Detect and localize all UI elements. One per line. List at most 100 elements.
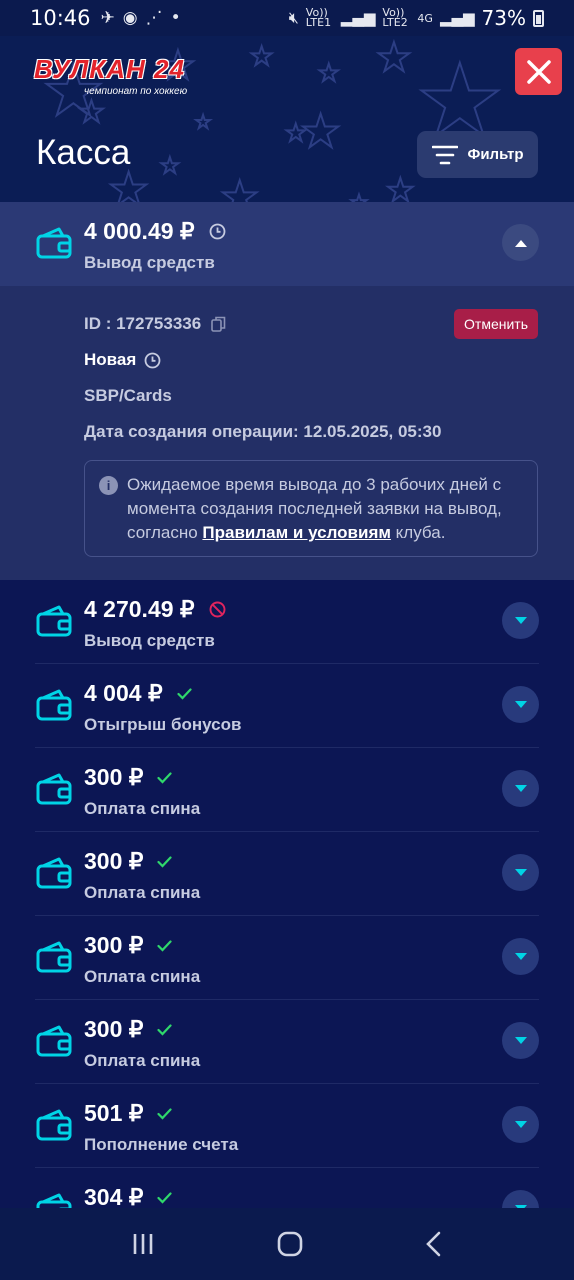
wallet-icon	[36, 1109, 72, 1141]
home-icon[interactable]	[277, 1231, 303, 1257]
transaction-amount: 501 ₽	[84, 1100, 144, 1126]
transaction-id: ID : 172753336	[84, 314, 202, 333]
expand-button[interactable]	[502, 1106, 539, 1143]
network-label: 4G	[417, 11, 433, 25]
close-button[interactable]	[515, 48, 562, 95]
info-notice: i Ожидаемое время вывода до 3 рабочих дн…	[84, 460, 538, 557]
wallet-icon	[36, 1193, 72, 1208]
chevron-down-icon	[514, 952, 527, 960]
transaction-amount: 304 ₽	[84, 1184, 144, 1208]
check-icon	[157, 939, 173, 952]
star-decoration-icon: ★	[219, 172, 260, 203]
sync-icon: ◉	[122, 8, 138, 28]
transaction-type: Отыгрыш бонусов	[84, 715, 242, 734]
logo: ВУЛКАН 24 чемпионат по хоккею	[32, 52, 207, 100]
clock-icon	[144, 352, 161, 368]
check-icon	[176, 687, 192, 700]
close-icon	[526, 59, 551, 84]
collapse-button[interactable]	[502, 224, 539, 261]
expand-button[interactable]	[502, 854, 539, 891]
transaction-header[interactable]: 501 ₽ Пополнение счета	[35, 1084, 539, 1168]
star-decoration-icon: ★	[385, 171, 416, 202]
chevron-down-icon	[514, 1120, 527, 1128]
chevron-up-icon	[514, 239, 527, 247]
transaction-type: Оплата спина	[84, 883, 201, 902]
expand-button[interactable]	[502, 686, 539, 723]
transaction-row: 304 ₽	[0, 1168, 574, 1208]
creation-date: Дата создания операции: 12.05.2025, 05:3…	[84, 422, 442, 441]
expand-button[interactable]	[502, 1022, 539, 1059]
info-icon: i	[99, 476, 118, 495]
check-icon	[157, 1191, 173, 1204]
transaction-header[interactable]: 4 000.49 ₽ Вывод средств	[0, 202, 574, 286]
wallet-icon	[36, 1025, 72, 1057]
star-decoration-icon: ★	[349, 190, 369, 202]
transaction-header[interactable]: 300 ₽ Оплата спина	[35, 1000, 539, 1084]
payment-method: SBP/Cards	[84, 386, 172, 405]
wallet-icon	[36, 605, 72, 637]
transaction-header[interactable]: 300 ₽ Оплата спина	[35, 832, 539, 916]
transaction-type: Вывод средств	[84, 253, 215, 272]
transaction-row: 4 270.49 ₽ Вывод средств	[0, 580, 574, 664]
transaction-status: Новая	[84, 350, 137, 369]
transaction-row: 4 004 ₽ Отыгрыш бонусов	[0, 664, 574, 748]
transaction-list: 4 000.49 ₽ Вывод средств ID : 172753336	[0, 202, 574, 1208]
back-icon[interactable]	[425, 1231, 443, 1257]
page-title: Касса	[36, 133, 131, 172]
transaction-amount: 4 270.49 ₽	[84, 596, 195, 622]
expand-button[interactable]	[502, 938, 539, 975]
wallet-icon	[36, 227, 72, 259]
filter-label: Фильтр	[467, 146, 524, 163]
page-header: ★ ★ ★ ★ ★ ★ ★ ★ ★ ★ ★ ★ ★ ★ ★ ВУЛКАН 24 …	[0, 36, 574, 202]
sim2-label: Vo)) LTE2	[382, 6, 408, 29]
transaction-header[interactable]: 304 ₽	[35, 1168, 539, 1208]
chevron-down-icon	[514, 616, 527, 624]
star-decoration-icon: ★	[77, 95, 106, 130]
check-icon	[157, 1023, 173, 1036]
battery-icon	[533, 9, 544, 27]
signal-icon: ▂▄▆	[439, 9, 475, 27]
transaction-amount: 4 004 ₽	[84, 680, 163, 706]
logo-text: ВУЛКАН 24	[34, 54, 185, 84]
transaction-type: Пополнение счета	[84, 1135, 239, 1154]
telegram-icon: ✈	[100, 8, 115, 28]
clock-icon	[209, 223, 225, 240]
copy-icon[interactable]	[211, 316, 226, 332]
transaction-amount: 300 ₽	[84, 764, 144, 790]
dot-icon: •	[170, 8, 181, 28]
signal-icon: ▂▄▆	[340, 9, 376, 27]
star-decoration-icon: ★	[317, 59, 340, 87]
transaction-header[interactable]: 300 ₽ Оплата спина	[35, 748, 539, 832]
transaction-row: 300 ₽ Оплата спина	[0, 1000, 574, 1084]
wallet-icon	[36, 689, 72, 721]
transaction-header[interactable]: 4 270.49 ₽ Вывод средств	[35, 580, 539, 664]
filter-button[interactable]: Фильтр	[417, 131, 538, 178]
cancel-button[interactable]: Отменить	[454, 309, 538, 339]
check-icon	[157, 771, 173, 784]
transaction-type: Оплата спина	[84, 1051, 201, 1070]
transaction-row: 300 ₽ Оплата спина	[0, 916, 574, 1000]
transaction-amount: 300 ₽	[84, 1016, 144, 1042]
transaction-amount: 300 ₽	[84, 932, 144, 958]
chevron-down-icon	[514, 868, 527, 876]
expand-button[interactable]	[502, 602, 539, 639]
chevron-down-icon	[514, 784, 527, 792]
rss-icon: ⋰	[145, 8, 163, 28]
chevron-down-icon	[514, 1036, 527, 1044]
terms-link[interactable]: Правилам и условиям	[202, 523, 391, 542]
battery-percent: 73%	[481, 6, 526, 30]
transaction-amount: 4 000.49 ₽	[84, 218, 195, 244]
transaction-amount: 300 ₽	[84, 848, 144, 874]
check-icon	[157, 1107, 173, 1120]
info-text-end: клуба.	[390, 523, 446, 542]
sim1-label: Vo)) LTE1	[305, 6, 332, 29]
mute-icon: 🔇︎	[288, 8, 299, 27]
wallet-icon	[36, 773, 72, 805]
star-decoration-icon: ★	[299, 104, 342, 158]
transaction-row: 300 ₽ Оплата спина	[0, 832, 574, 916]
expand-button[interactable]	[502, 770, 539, 807]
transaction-header[interactable]: 4 004 ₽ Отыгрыш бонусов	[35, 664, 539, 748]
recent-apps-icon[interactable]	[131, 1232, 155, 1256]
transaction-header[interactable]: 300 ₽ Оплата спина	[35, 916, 539, 1000]
expand-button[interactable]	[502, 1190, 539, 1208]
